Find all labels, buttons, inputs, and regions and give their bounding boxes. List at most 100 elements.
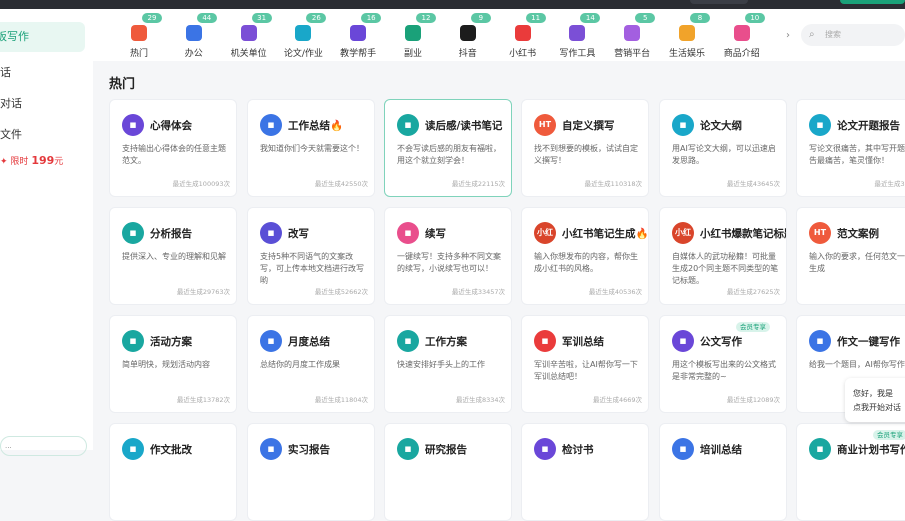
category-tab[interactable]: 16 教学帮手 <box>331 13 385 59</box>
template-card[interactable]: ▪ 工作方案 快速安排好手头上的工作 最近生成8334次 <box>384 315 512 413</box>
search-box[interactable]: ⌕ 搜索 <box>801 24 905 46</box>
category-tab[interactable]: 26 论文/作业 <box>276 13 330 59</box>
template-card[interactable]: 小红 小红书爆款笔记标题 自媒体人的武功秘籍！可批量生成20个同主题不同类型的笔记标… <box>659 207 787 305</box>
category-tab[interactable]: 8 生活娱乐 <box>660 13 714 59</box>
template-card[interactable]: ▪ 读后感/读书笔记 不会写读后感的朋友有福啦，用这个就立刻学会！ 最近生成22115… <box>384 99 512 197</box>
plan-icon: ▪ <box>122 330 144 352</box>
card-title: 月度总结 <box>288 336 330 348</box>
continue-icon: ▪ <box>397 222 419 244</box>
card-description: 输入你的要求，任何范文一键生成 <box>809 252 905 273</box>
top-bar-button[interactable] <box>840 0 905 4</box>
briefcase-icon: ▪ <box>260 438 282 460</box>
card-title: 工作方案 <box>425 336 467 348</box>
category-count-badge: 14 <box>580 13 601 23</box>
template-card[interactable]: ▪ 月度总结 总结你的月度工作成果 最近生成11804次 <box>247 315 375 413</box>
template-card[interactable]: ▪ 分析报告 提供深入、专业的理解和见解 最近生成29763次 <box>109 207 237 305</box>
sidebar-item-file[interactable]: 文件 <box>0 126 22 142</box>
category-count-badge: 31 <box>251 13 272 23</box>
category-icon <box>733 25 750 41</box>
template-card[interactable]: HT 范文案例输入你的要求，任何范文一键生成 <box>796 207 905 305</box>
card-usage-count: 最近生成13782次 <box>176 396 230 404</box>
sidebar: 板写作 话 对话 文件 ✦ 限时 199元 ... <box>0 9 94 456</box>
card-usage-count: 最近生成27625次 <box>726 288 780 296</box>
card-description: 输入你想发布的内容，帮你生成小红书的风格。 <box>534 252 638 273</box>
promo-price: 199 <box>31 154 55 167</box>
card-title: 小红书笔记生成🔥 <box>562 228 649 240</box>
sidebar-item-dialog[interactable]: 对话 <box>0 95 22 111</box>
template-card[interactable]: ▪ 续写 一键续写！支持多种不同文案的续写，小说续写也可以！ 最近生成33457次 <box>384 207 512 305</box>
category-tab[interactable]: 44 办公 <box>167 13 221 59</box>
briefcase-icon: ▪ <box>672 438 694 460</box>
card-usage-count: 最近生成43645次 <box>726 180 780 188</box>
xiaohongshu-icon: 小红 <box>672 222 694 244</box>
category-icon <box>350 25 367 41</box>
category-label: 商品介绍 <box>723 49 760 59</box>
card-description: 提供深入、专业的理解和见解 <box>122 252 226 261</box>
promo-prefix: 限时 <box>10 157 29 167</box>
promo-flame-icon: ✦ <box>0 157 8 167</box>
card-description: 自媒体人的武功秘籍！可批量生成20个同主题不同类型的笔记标题。 <box>672 252 779 285</box>
category-tab[interactable]: 29 热门 <box>112 13 166 59</box>
category-tab[interactable]: 10 商品介绍 <box>715 13 769 59</box>
category-tab[interactable]: 14 写作工具 <box>550 13 604 59</box>
category-tab[interactable]: 11 小红书 <box>496 13 550 59</box>
card-description: 找不到想要的模板，试试自定义撰写！ <box>534 144 638 165</box>
template-card[interactable]: ▪ 论文大纲 用AI写论文大纲，可以迅速启发思路。 最近生成43645次 <box>659 99 787 197</box>
card-title: 范文案例 <box>837 228 879 240</box>
sidebar-bottom-pill[interactable]: ... <box>0 436 87 456</box>
briefcase-icon: ▪ <box>260 114 282 136</box>
template-card[interactable]: ▪ 商业计划书写作 会员专享 <box>796 423 905 521</box>
template-card[interactable]: ▪ 公文写作 用这个模板写出来的公文格式是非常完整的~ 最近生成12089次 会员专享 <box>659 315 787 413</box>
top-bar-button[interactable] <box>690 0 748 4</box>
category-tab[interactable]: 12 副业 <box>386 13 440 59</box>
category-count-badge: 29 <box>142 13 162 23</box>
plan-icon: ▪ <box>397 330 419 352</box>
chat-line-1: 您好，我是 <box>853 389 893 398</box>
chevron-right-icon[interactable]: › <box>786 30 790 41</box>
template-card[interactable]: ▪ 作文批改 <box>109 423 237 521</box>
sidebar-item-chat[interactable]: 话 <box>0 64 11 80</box>
card-title: 心得体会 <box>150 120 192 132</box>
template-card[interactable]: ▪ 工作总结🔥 我知道你们今天就需要这个！ 最近生成42550次 <box>247 99 375 197</box>
card-description: 支持5种不同语气的文案改写，可上传本地文档进行改写哟 <box>260 252 364 285</box>
xiaohongshu-icon: 小红 <box>534 222 556 244</box>
card-description: 给我一个题目，AI帮你写作文 <box>809 360 905 369</box>
template-card[interactable]: ▪ 培训总结 <box>659 423 787 521</box>
template-card[interactable]: ▪ 研究报告 <box>384 423 512 521</box>
category-icon <box>459 25 476 41</box>
search-icon: ⌕ <box>809 29 815 40</box>
main-content: 热门 ▪ 心得体会 支持输出心得体会的任意主题范文。 最近生成100093次 ▪ 工作总结… <box>93 61 905 521</box>
search-input[interactable]: 搜索 <box>825 29 841 40</box>
template-card[interactable]: ▪ 实习报告 <box>247 423 375 521</box>
template-card[interactable]: ▪ 军训总结 军训辛苦啦，让AI帮你写一下军训总结吧！ 最近生成4669次 <box>521 315 649 413</box>
category-tab[interactable]: 5 营销平台 <box>605 13 659 59</box>
template-card[interactable]: ▪ 活动方案 简单明快，规划活动内容 最近生成13782次 <box>109 315 237 413</box>
report-icon: ▪ <box>809 114 831 136</box>
template-card[interactable]: 小红 小红书笔记生成🔥 输入你想发布的内容，帮你生成小红书的风格。 最近生成40536… <box>521 207 649 305</box>
template-card[interactable]: ▪ 心得体会 支持输出心得体会的任意主题范文。 最近生成100093次 <box>109 99 237 197</box>
template-card[interactable]: ▪ 论文开题报告写论文很痛苦，其中写开题报告最痛苦，笔灵懂你！ 最近生成3953 <box>796 99 905 197</box>
category-icon <box>295 25 312 41</box>
card-description: 用AI写论文大纲，可以迅速启发思路。 <box>672 144 776 165</box>
card-description: 总结你的月度工作成果 <box>260 360 340 369</box>
category-icon <box>624 25 641 41</box>
category-tab[interactable]: 31 机关单位 <box>222 13 276 59</box>
card-usage-count: 最近生成110318次 <box>584 180 642 188</box>
card-usage-count: 最近生成22115次 <box>451 180 505 188</box>
check-icon: ▪ <box>122 438 144 460</box>
outline-icon: ▪ <box>672 114 694 136</box>
sidebar-item-template-writing[interactable]: 板写作 <box>0 22 85 52</box>
template-card[interactable]: ▪ 检讨书 <box>521 423 649 521</box>
template-card[interactable]: HT 自定义撰写 找不到想要的模板，试试自定义撰写！ 最近生成110318次 <box>521 99 649 197</box>
chat-bubble[interactable]: 您好，我是 点我开始对话 <box>845 378 905 422</box>
category-tab[interactable]: 9 抖音 <box>441 13 495 59</box>
sidebar-promo[interactable]: ✦ 限时 199元 <box>0 154 63 167</box>
category-icon <box>240 25 257 41</box>
template-card[interactable]: ▪ 改写 支持5种不同语气的文案改写，可上传本地文档进行改写哟 最近生成52662次 <box>247 207 375 305</box>
book-icon: ▪ <box>397 114 419 136</box>
chat-line-2: 点我开始对话 <box>853 403 901 412</box>
category-count-badge: 10 <box>744 13 765 23</box>
card-title: 军训总结 <box>562 336 604 348</box>
ht-icon: HT <box>809 222 831 244</box>
card-usage-count: 最近生成4669次 <box>592 396 642 404</box>
